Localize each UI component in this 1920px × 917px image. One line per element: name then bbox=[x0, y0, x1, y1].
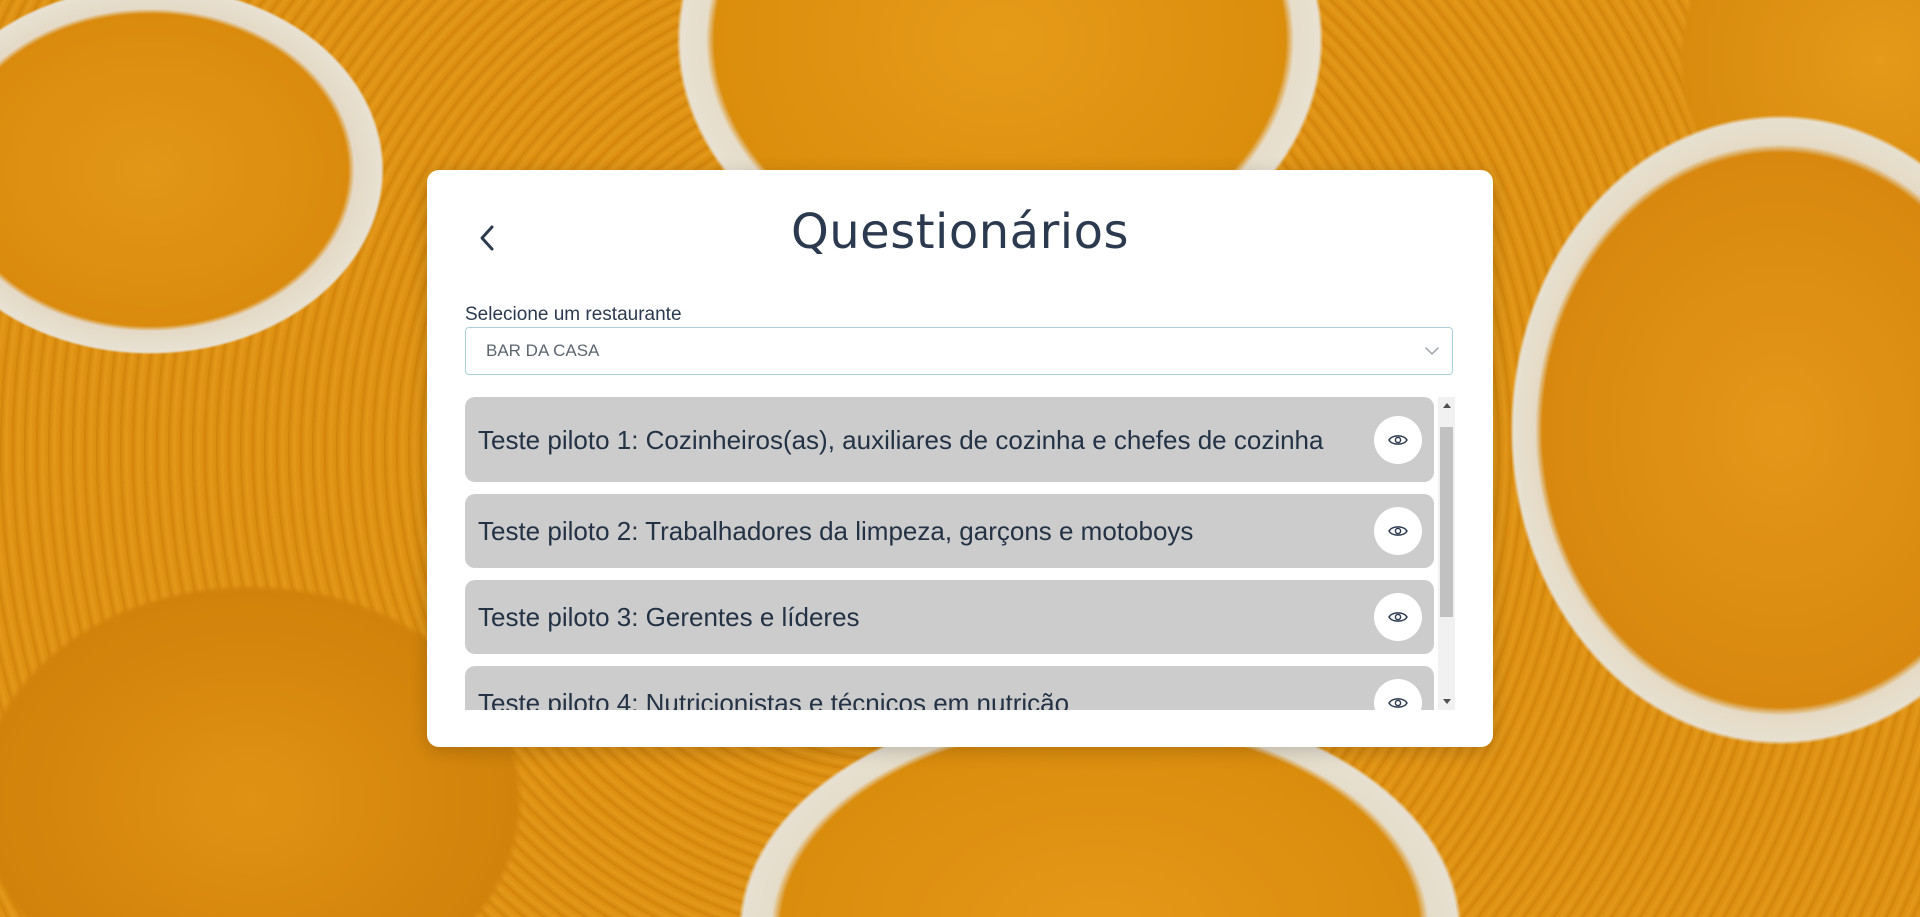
page-title: Questionários bbox=[790, 204, 1130, 260]
scroll-up-arrow[interactable] bbox=[1438, 397, 1455, 414]
view-questionnaire-button[interactable] bbox=[1374, 415, 1422, 464]
questionnaire-list[interactable]: Teste piloto 1: Cozinheiros(as), auxilia… bbox=[465, 397, 1455, 710]
view-questionnaire-button[interactable] bbox=[1374, 593, 1422, 641]
questionnaire-item-label: Teste piloto 1: Cozinheiros(as), auxilia… bbox=[478, 424, 1324, 455]
scrollbar-thumb[interactable] bbox=[1440, 427, 1453, 617]
questionnaire-item-label: Teste piloto 4: Nutricionistas e técnico… bbox=[478, 688, 1070, 710]
triangle-down-icon bbox=[1442, 699, 1451, 704]
questionnaire-item-4[interactable]: Teste piloto 4: Nutricionistas e técnico… bbox=[465, 666, 1434, 710]
view-questionnaire-button[interactable] bbox=[1374, 679, 1422, 710]
questionnaire-item-1[interactable]: Teste piloto 1: Cozinheiros(as), auxilia… bbox=[465, 397, 1434, 482]
questionnaire-item-3[interactable]: Teste piloto 3: Gerentes e líderes bbox=[465, 580, 1434, 654]
list-scrollbar[interactable] bbox=[1438, 397, 1455, 710]
eye-icon bbox=[1388, 434, 1408, 445]
restaurant-select[interactable]: BAR DA CASA bbox=[465, 327, 1453, 375]
questionnaires-card: Questionários Selecione um restaurante B… bbox=[427, 170, 1493, 747]
triangle-up-icon bbox=[1442, 403, 1451, 408]
eye-icon bbox=[1388, 612, 1408, 622]
scroll-down-arrow[interactable] bbox=[1438, 693, 1455, 710]
questionnaire-item-label: Teste piloto 3: Gerentes e líderes bbox=[478, 602, 860, 632]
chevron-down-icon bbox=[1425, 347, 1439, 355]
view-questionnaire-button[interactable] bbox=[1374, 507, 1422, 555]
eye-icon bbox=[1388, 526, 1408, 536]
eye-icon bbox=[1388, 698, 1408, 708]
restaurant-select-label: Selecione um restaurante bbox=[465, 304, 682, 325]
questionnaire-item-2[interactable]: Teste piloto 2: Trabalhadores da limpeza… bbox=[465, 494, 1434, 568]
questionnaire-item-label: Teste piloto 2: Trabalhadores da limpeza… bbox=[478, 516, 1194, 546]
restaurant-select-value: BAR DA CASA bbox=[486, 341, 600, 360]
